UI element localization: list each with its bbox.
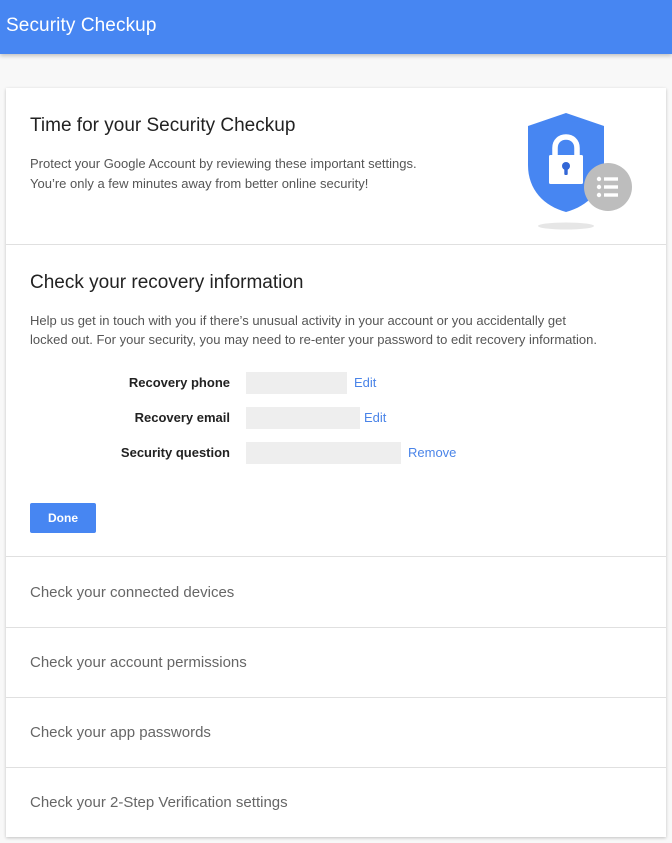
section-account-permissions[interactable]: Check your account permissions [6, 628, 666, 698]
section-label: Check your app passwords [30, 724, 211, 741]
security-checkup-card: Time for your Security Checkup Protect y… [6, 88, 666, 837]
recovery-phone-value [246, 372, 347, 394]
security-question-label: Security question [120, 445, 230, 460]
intro-text-line: You’re only a few minutes away from bett… [30, 176, 369, 191]
recovery-phone-row: Recovery phone Edit [6, 372, 666, 394]
section-2-step-verification[interactable]: Check your 2-Step Verification settings [6, 768, 666, 838]
section-label: Check your 2-Step Verification settings [30, 794, 288, 811]
intro-text: Protect your Google Account by reviewing… [30, 154, 490, 194]
recovery-title: Check your recovery information [30, 272, 304, 293]
recovery-info-section: Check your recovery information Help us … [6, 246, 666, 557]
app-bar: Security Checkup [0, 0, 672, 54]
section-label: Check your connected devices [30, 584, 235, 601]
remove-security-question-link[interactable]: Remove [408, 445, 456, 460]
edit-recovery-email-link[interactable]: Edit [364, 410, 386, 425]
recovery-phone-label: Recovery phone [128, 375, 230, 390]
security-question-row: Security question Remove [6, 442, 666, 464]
edit-recovery-phone-link[interactable]: Edit [354, 375, 376, 390]
intro-title: Time for your Security Checkup [30, 115, 296, 136]
recovery-email-row: Recovery email Edit [6, 407, 666, 429]
intro-text-line: Protect your Google Account by reviewing… [30, 156, 417, 171]
app-title: Security Checkup [6, 15, 157, 36]
intro-section: Time for your Security Checkup Protect y… [6, 88, 666, 245]
recovery-description: Help us get in touch with you if there’s… [30, 311, 650, 349]
done-button[interactable]: Done [30, 503, 96, 533]
list-icon [584, 163, 632, 211]
section-app-passwords[interactable]: Check your app passwords [6, 698, 666, 768]
security-illustration [516, 110, 636, 232]
recovery-email-label: Recovery email [134, 410, 230, 425]
recovery-email-value [246, 407, 360, 429]
section-connected-devices[interactable]: Check your connected devices [6, 558, 666, 628]
shield-lock-icon [528, 113, 632, 230]
recovery-text-line: Help us get in touch with you if there’s… [30, 313, 566, 328]
recovery-text-line: locked out. For your security, you may n… [30, 332, 597, 347]
section-label: Check your account permissions [30, 654, 247, 671]
shadow-shape [538, 222, 594, 230]
security-question-value [246, 442, 401, 464]
